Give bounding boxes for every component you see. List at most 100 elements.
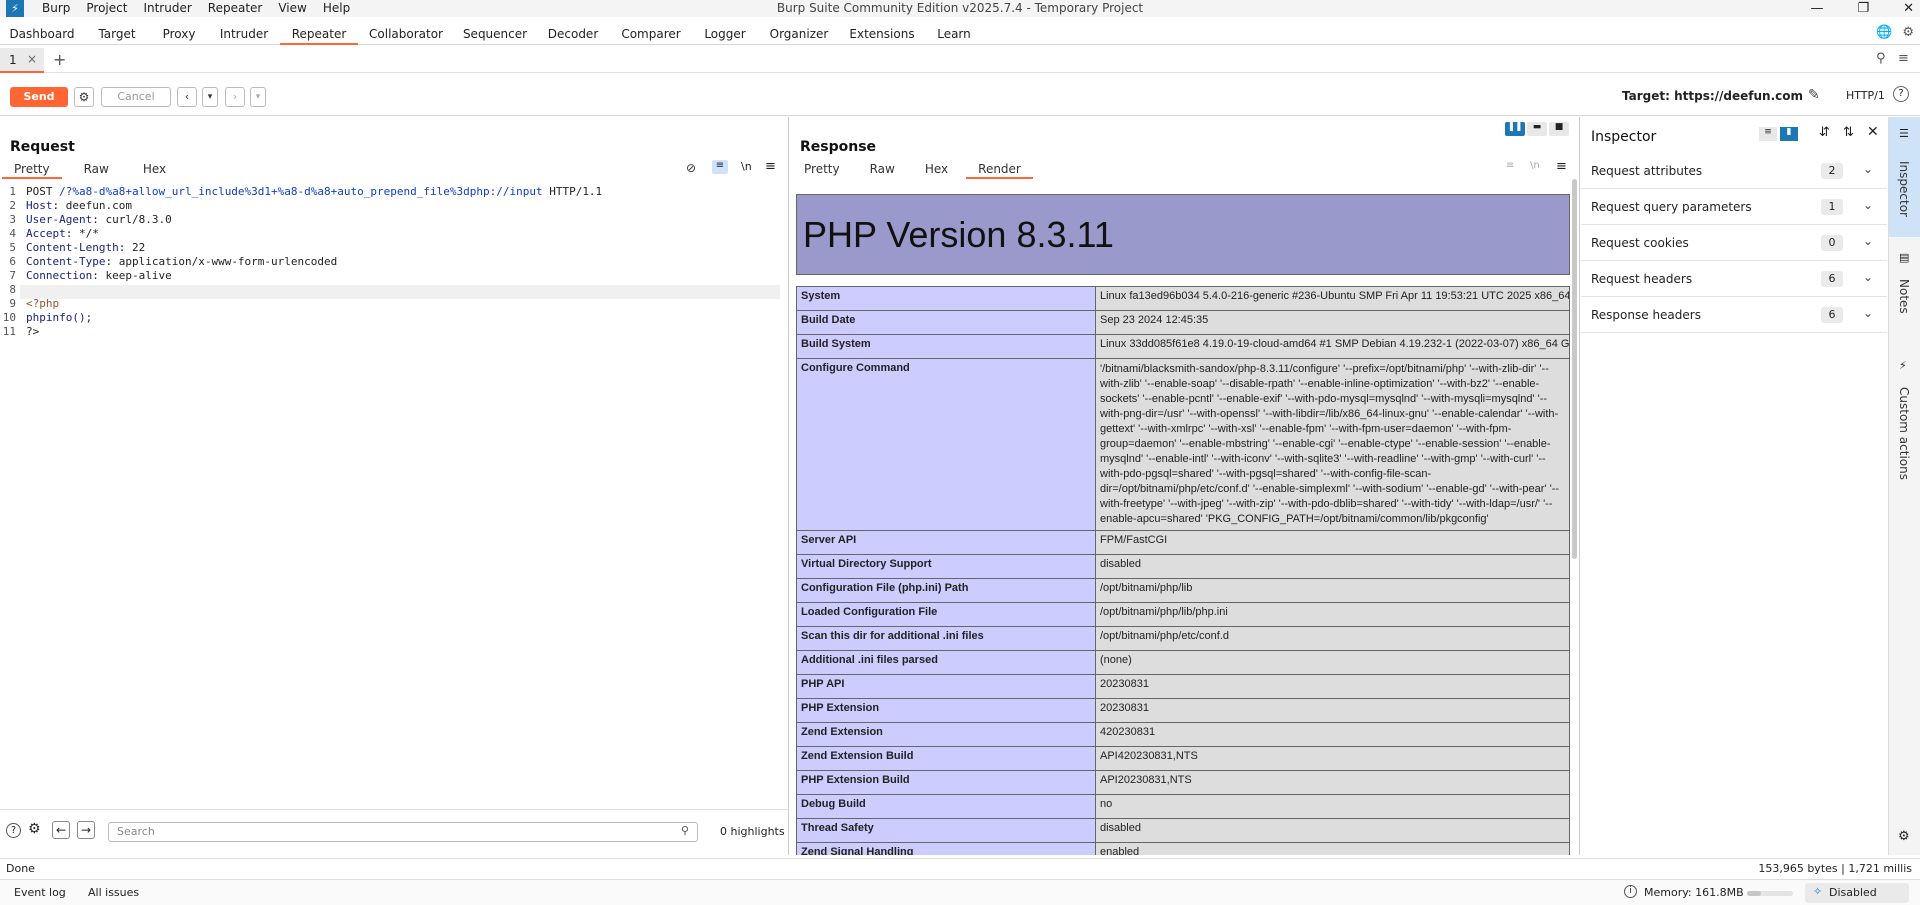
tab-comparer[interactable]: Comparer [612,23,690,45]
forward-arrow-icon[interactable]: › [225,87,245,107]
phpinfo-key: Thread Safety [796,818,1096,843]
response-tab-render[interactable]: Render [966,159,1033,179]
sidebar-custom-actions-tab[interactable]: ⚡ Custom actions [1889,359,1920,489]
tab-collaborator[interactable]: Collaborator [364,23,448,45]
http-version-button[interactable]: HTTP/1 [1846,89,1885,102]
chevron-down-icon[interactable]: ⌄ [1863,162,1873,176]
send-button[interactable]: Send [10,87,68,107]
menu-project[interactable]: Project [78,0,135,17]
layout-tabs-icon[interactable]: ■ [1549,122,1569,136]
inspector-section[interactable]: Response headers 6 ⌄ [1581,297,1887,333]
close-tab-icon[interactable]: × [27,52,37,66]
back-arrow-icon[interactable]: ‹ [177,87,197,107]
panel-view-icon[interactable]: ▮ [1780,127,1798,141]
wrap-toggle-icon[interactable]: ≡ [712,160,728,174]
tab-organizer[interactable]: Organizer [760,23,838,45]
request-tab-raw[interactable]: Raw [72,159,121,179]
inspector-section-count: 0 [1821,235,1843,251]
tab-dashboard[interactable]: Dashboard [4,23,80,45]
tab-target[interactable]: Target [88,23,146,45]
response-view-tabs: Pretty Raw Hex Render [792,159,1033,179]
settings-icon[interactable]: ⚙ [28,821,41,837]
memory-bar-fill [1747,891,1761,896]
list-view-icon[interactable]: ≡ [1759,127,1777,141]
newline-icon[interactable]: \n [741,160,752,173]
menu-help[interactable]: Help [315,0,358,17]
add-tab-icon[interactable]: + [53,50,66,69]
request-tab-hex[interactable]: Hex [131,159,178,179]
inspector-section[interactable]: Request cookies 0 ⌄ [1581,225,1887,261]
chevron-down-icon[interactable]: ⌄ [1863,198,1873,212]
event-log-button[interactable]: Event log [14,886,66,899]
response-tab-raw[interactable]: Raw [858,159,907,179]
help-icon[interactable]: ? [6,823,21,838]
tab-proxy[interactable]: Proxy [152,23,206,45]
repeater-tab-1[interactable]: 1 × [0,48,44,73]
next-match-icon[interactable]: → [77,821,95,839]
task-status-button[interactable]: ✧ Disabled [1805,883,1909,903]
wrap-toggle-icon[interactable]: ≡ [1506,160,1514,171]
scrollbar-thumb[interactable] [1572,179,1577,559]
menu-icon[interactable]: ≡ [1898,51,1909,66]
cancel-button[interactable]: Cancel [101,87,171,107]
help-icon[interactable]: ? [1893,86,1909,102]
request-tab-pretty[interactable]: Pretty [2,159,62,179]
chevron-down-icon[interactable]: ⌄ [1863,270,1873,284]
minimize-icon[interactable]: — [1810,0,1823,17]
globe-icon[interactable]: 🌐 [1876,25,1892,40]
tab-repeater[interactable]: Repeater [280,23,358,45]
restore-icon[interactable]: ❐ [1857,0,1869,17]
chevron-down-icon[interactable]: ⌄ [1863,306,1873,320]
collapse-all-icon[interactable]: ⇅ [1843,125,1854,140]
sidebar-notes-tab[interactable]: ▤ Notes [1889,251,1920,341]
tab-learn[interactable]: Learn [926,23,982,45]
layout-top-bottom-icon[interactable]: ▬ [1527,122,1547,136]
inspector-section[interactable]: Request attributes 2 ⌄ [1581,153,1887,189]
newline-icon[interactable]: \n [1530,160,1540,171]
search-icon[interactable]: ⚲ [1876,51,1886,66]
forward-dropdown-icon[interactable]: ▾ [250,87,266,107]
expand-all-icon[interactable]: ⇵ [1819,125,1830,140]
line-number: 5 [9,241,16,254]
tab-logger[interactable]: Logger [698,23,752,45]
tab-extensions[interactable]: Extensions [846,23,918,45]
inspector-section-count: 6 [1821,307,1843,323]
settings-gear-icon[interactable]: ⚙ [1898,829,1910,844]
response-tab-hex[interactable]: Hex [913,159,960,179]
tab-intruder[interactable]: Intruder [212,23,276,45]
response-scrollbar[interactable] [1570,179,1578,855]
menu-intruder[interactable]: Intruder [135,0,199,17]
phpinfo-value: 20230831 [1095,674,1570,699]
custom-actions-icon: ⚡ [1899,359,1907,372]
options-menu-icon[interactable]: ≡ [765,159,776,174]
hide-icon[interactable]: ⊘ [686,161,696,175]
render-view[interactable]: PHP Version 8.3.11 System Linux fa13ed96b… [792,179,1570,855]
tab-decoder[interactable]: Decoder [542,23,604,45]
tab-sequencer[interactable]: Sequencer [456,23,534,45]
request-editor[interactable]: 1 POST /?%a8-d%a8+allow_url_include%3d1+%… [0,183,789,808]
close-window-icon[interactable]: ✕ [1903,0,1914,17]
phpinfo-row: PHP Extension 20230831 [796,698,1570,723]
code-token: : keep-alive [92,269,172,282]
inspector-section[interactable]: Request headers 6 ⌄ [1581,261,1887,297]
phpinfo-value: Linux 33dd085f61e8 4.19.0-19-cloud-amd64… [1095,334,1570,359]
menu-repeater[interactable]: Repeater [200,0,271,17]
previous-match-icon[interactable]: ← [52,821,70,839]
response-tab-pretty[interactable]: Pretty [792,159,852,179]
menu-burp[interactable]: Burp [34,0,78,17]
phpinfo-table: System Linux fa13ed96b034 5.4.0-216-gener… [796,286,1570,855]
settings-gear-icon[interactable]: ⚙ [1902,25,1914,40]
chevron-down-icon[interactable]: ⌄ [1863,234,1873,248]
back-dropdown-icon[interactable]: ▾ [202,87,218,107]
sidebar-inspector-tab[interactable]: ☰ Inspector [1889,117,1920,237]
inspector-section[interactable]: Request query parameters 1 ⌄ [1581,189,1887,225]
code-token: /?%a8-d%a8+allow_url_include%3d1+%a8-d%a… [59,185,543,198]
close-inspector-icon[interactable]: ✕ [1867,124,1879,140]
settings-icon[interactable]: ⚙ [74,87,94,107]
search-input[interactable]: Search [108,822,698,842]
edit-target-icon[interactable]: ✎ [1808,87,1820,103]
options-menu-icon[interactable]: ≡ [1556,159,1567,174]
all-issues-button[interactable]: All issues [88,886,139,899]
layout-side-by-side-icon[interactable]: ❚❚ [1505,122,1525,136]
menu-view[interactable]: View [270,0,314,17]
